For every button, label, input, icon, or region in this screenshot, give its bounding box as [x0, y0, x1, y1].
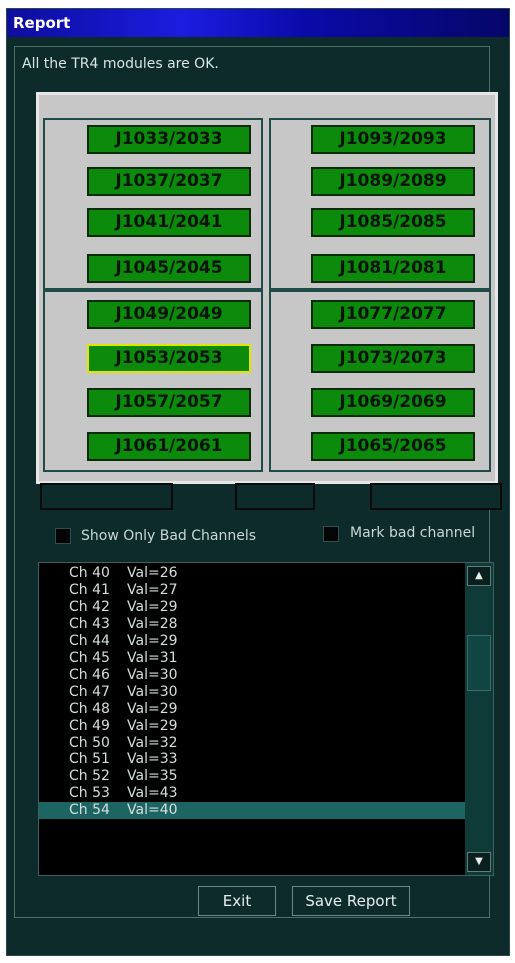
module-quadrant-top-right: J1093/2093 J1089/2089 J1085/2085 J1081/2… — [269, 118, 491, 290]
arrow-up-icon[interactable]: ▲ — [467, 566, 491, 586]
channel-number: Ch 51 — [69, 751, 110, 768]
channel-value: Val=29 — [127, 598, 178, 615]
channel-value: Val=29 — [127, 700, 178, 717]
channel-row[interactable]: Ch 51 Val=33 — [39, 751, 465, 768]
connector-slot-middle — [235, 483, 315, 510]
module-button[interactable]: J1093/2093 — [311, 125, 475, 154]
module-button[interactable]: J1041/2041 — [87, 208, 251, 237]
save-report-button[interactable]: Save Report — [292, 886, 410, 916]
channel-row[interactable]: Ch 48 Val=29 — [39, 701, 465, 718]
channel-number: Ch 46 — [69, 666, 110, 683]
module-button[interactable]: J1085/2085 — [311, 208, 475, 237]
connector-slot-left — [40, 483, 173, 510]
channel-row[interactable]: Ch 47 Val=30 — [39, 684, 465, 701]
channel-number: Ch 53 — [69, 785, 110, 802]
channel-list[interactable]: Ch 40 Val=26 Ch 41 Val=27 Ch 42 Val=29 Ch 43 Va… — [38, 562, 494, 876]
channel-value: Val=30 — [127, 683, 178, 700]
channel-number: Ch 41 — [69, 581, 110, 598]
channel-value: Val=31 — [127, 649, 178, 666]
title-bar[interactable]: Report — [7, 9, 509, 37]
channel-value: Val=35 — [127, 768, 178, 785]
scrollbar-thumb[interactable] — [467, 635, 491, 691]
channel-number: Ch 43 — [69, 615, 110, 632]
channel-row[interactable]: Ch 43 Val=28 — [39, 616, 465, 633]
channel-value: Val=26 — [127, 565, 178, 581]
module-button[interactable]: J1077/2077 — [311, 300, 475, 329]
channel-value: Val=33 — [127, 751, 178, 768]
channel-row[interactable]: Ch 49 Val=29 — [39, 718, 465, 735]
module-button[interactable]: J1089/2089 — [311, 167, 475, 196]
channel-row[interactable]: Ch 50 Val=32 — [39, 735, 465, 752]
channel-row[interactable]: Ch 40 Val=26 — [39, 565, 465, 582]
channel-value: Val=43 — [127, 785, 178, 802]
channel-row-selected[interactable]: Ch 54 Val=40 — [39, 802, 465, 820]
show-only-bad-label: Show Only Bad Channels — [81, 528, 257, 544]
module-grid: J1033/2033 J1037/2037 J1041/2041 J1045/2… — [36, 92, 498, 484]
status-message: All the TR4 modules are OK. — [22, 56, 219, 72]
mark-bad-channel-label: Mark bad channel — [350, 525, 476, 541]
module-quadrant-bottom-left: J1049/2049 J1053/2053 J1057/2057 J1061/2… — [43, 290, 263, 472]
channel-value: Val=30 — [127, 666, 178, 683]
module-button[interactable]: J1065/2065 — [311, 432, 475, 461]
channel-number: Ch 47 — [69, 683, 110, 700]
mark-bad-channel-checkbox[interactable] — [323, 526, 339, 542]
channel-value: Val=40 — [127, 802, 178, 819]
module-button[interactable]: J1057/2057 — [87, 388, 251, 417]
channel-value: Val=28 — [127, 615, 178, 632]
module-button[interactable]: J1069/2069 — [311, 388, 475, 417]
channel-row[interactable]: Ch 46 Val=30 — [39, 667, 465, 684]
channel-row[interactable]: Ch 45 Val=31 — [39, 650, 465, 667]
vertical-scrollbar[interactable]: ▲ ▼ — [465, 563, 493, 875]
channel-value: Val=29 — [127, 632, 178, 649]
exit-button[interactable]: Exit — [198, 886, 276, 916]
module-button-selected[interactable]: J1053/2053 — [87, 344, 251, 373]
channel-value: Val=32 — [127, 734, 178, 751]
channel-number: Ch 42 — [69, 598, 110, 615]
window-title: Report — [13, 14, 71, 32]
module-button[interactable]: J1049/2049 — [87, 300, 251, 329]
grid-header-bar — [39, 95, 495, 117]
module-quadrant-bottom-right: J1077/2077 J1073/2073 J1069/2069 J1065/2… — [269, 290, 491, 472]
channel-number: Ch 49 — [69, 717, 110, 734]
channel-row[interactable]: Ch 44 Val=29 — [39, 633, 465, 650]
channel-number: Ch 48 — [69, 700, 110, 717]
module-button[interactable]: J1037/2037 — [87, 167, 251, 196]
arrow-down-icon[interactable]: ▼ — [467, 852, 491, 872]
channel-number: Ch 50 — [69, 734, 110, 751]
channel-row[interactable]: Ch 42 Val=29 — [39, 599, 465, 616]
channel-value: Val=29 — [127, 717, 178, 734]
channel-row[interactable]: Ch 53 Val=43 — [39, 785, 465, 802]
module-button[interactable]: J1045/2045 — [87, 254, 251, 283]
channel-row[interactable]: Ch 52 Val=35 — [39, 768, 465, 785]
module-button[interactable]: J1081/2081 — [311, 254, 475, 283]
channel-value: Val=27 — [127, 581, 178, 598]
channel-row[interactable]: Ch 41 Val=27 — [39, 582, 465, 599]
module-button[interactable]: J1061/2061 — [87, 432, 251, 461]
module-button[interactable]: J1073/2073 — [311, 344, 475, 373]
channel-number: Ch 44 — [69, 632, 110, 649]
connector-slot-right — [370, 483, 502, 510]
module-quadrant-top-left: J1033/2033 J1037/2037 J1041/2041 J1045/2… — [43, 118, 263, 290]
channel-number: Ch 54 — [69, 802, 110, 819]
show-only-bad-checkbox[interactable] — [55, 528, 71, 544]
channel-number: Ch 45 — [69, 649, 110, 666]
channel-number: Ch 40 — [69, 565, 110, 581]
module-button[interactable]: J1033/2033 — [87, 125, 251, 154]
channel-number: Ch 52 — [69, 768, 110, 785]
